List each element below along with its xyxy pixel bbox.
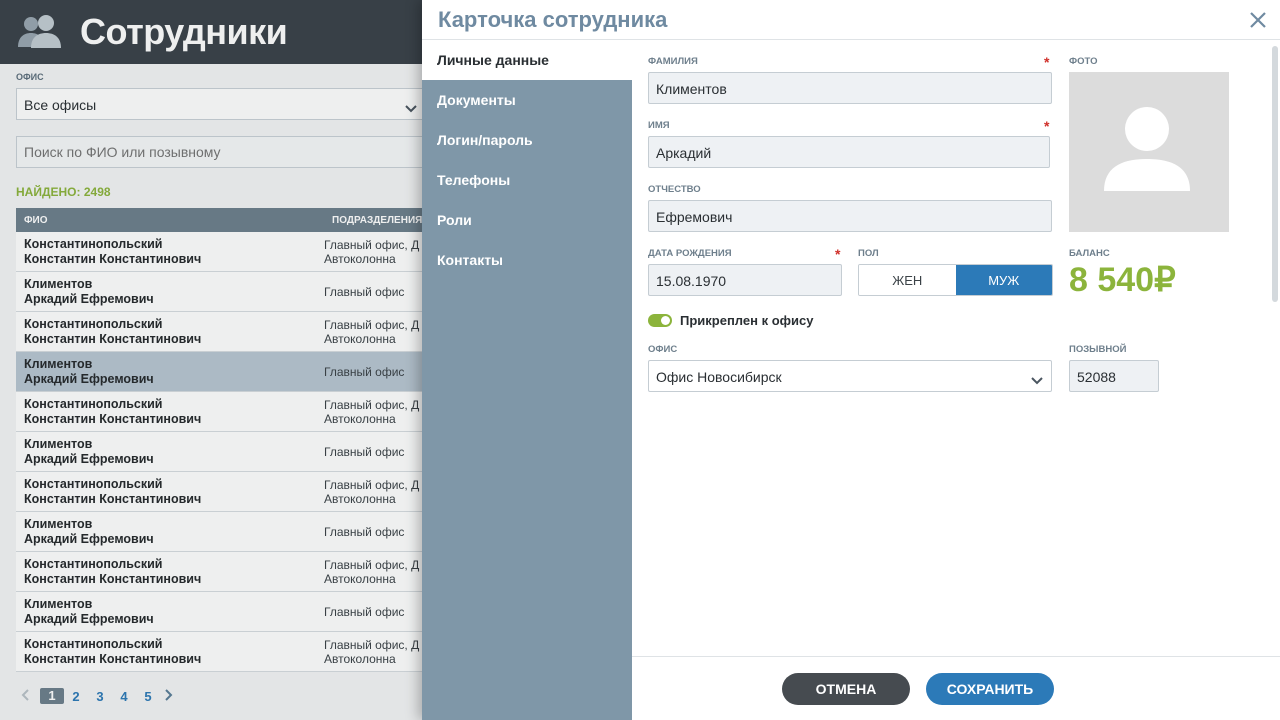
surname-required-mark: *	[1044, 54, 1050, 70]
tab-documents[interactable]: Документы	[422, 80, 632, 120]
photo-upload[interactable]	[1069, 72, 1229, 232]
balance-value: 8 540₽	[1069, 261, 1176, 299]
photo-label: ФОТО	[1069, 56, 1098, 67]
cancel-button[interactable]: ОТМЕНА	[782, 673, 910, 705]
birthdate-field[interactable]: 15.08.1970	[648, 264, 842, 296]
sex-female-button[interactable]: ЖЕН	[859, 265, 956, 295]
avatar-placeholder-icon	[1104, 106, 1194, 198]
sex-toggle-group: ЖЕН МУЖ	[858, 264, 1053, 296]
save-button[interactable]: СОХРАНИТЬ	[926, 673, 1054, 705]
callsign-label: ПОЗЫВНОЙ	[1069, 344, 1127, 355]
modal-title: Карточка сотрудника	[438, 6, 668, 32]
modal-backdrop[interactable]	[0, 0, 422, 720]
name-label: ИМЯ	[648, 120, 670, 131]
tab-personal-data[interactable]: Личные данные	[422, 40, 632, 80]
employee-card-modal: Карточка сотрудника Личные данные Докуме…	[422, 0, 1280, 720]
modal-header: Карточка сотрудника	[422, 0, 1280, 40]
name-required-mark: *	[1044, 118, 1050, 134]
patronymic-label: ОТЧЕСТВО	[648, 184, 701, 195]
birthdate-label: ДАТА РОЖДЕНИЯ	[648, 248, 732, 259]
attached-to-office-label: Прикреплен к офису	[680, 313, 814, 328]
surname-field[interactable]: Климентов	[648, 72, 1052, 104]
birthdate-required-mark: *	[835, 246, 841, 262]
personal-data-form: ФАМИЛИЯ * Климентов ИМЯ * Аркадий ОТЧЕСТ…	[632, 40, 1280, 656]
close-icon[interactable]	[1248, 10, 1268, 30]
modal-tabs: Личные данные Документы Логин/пароль Тел…	[422, 40, 632, 720]
app-root: Сотрудники ОФИС Все офисы НАЙДЕНО: 2498 …	[0, 0, 1280, 720]
form-scrollbar[interactable]	[1272, 46, 1278, 302]
office-label: ОФИС	[648, 344, 678, 355]
chevron-down-icon	[1031, 372, 1043, 388]
tab-roles[interactable]: Роли	[422, 200, 632, 240]
sex-male-button[interactable]: МУЖ	[955, 265, 1052, 295]
name-field[interactable]: Аркадий	[648, 136, 1050, 168]
office-select[interactable]: Офис Новосибирск	[648, 360, 1052, 392]
balance-label: БАЛАНС	[1069, 248, 1110, 259]
tab-phones[interactable]: Телефоны	[422, 160, 632, 200]
attached-to-office-toggle[interactable]	[648, 314, 672, 327]
office-select-value: Офис Новосибирск	[656, 369, 782, 385]
patronymic-field[interactable]: Ефремович	[648, 200, 1052, 232]
tab-login-password[interactable]: Логин/пароль	[422, 120, 632, 160]
tab-contacts[interactable]: Контакты	[422, 240, 632, 280]
sex-label: ПОЛ	[858, 248, 879, 259]
surname-label: ФАМИЛИЯ	[648, 56, 698, 67]
modal-footer: ОТМЕНА СОХРАНИТЬ	[632, 656, 1280, 720]
callsign-field[interactable]: 52088	[1069, 360, 1159, 392]
